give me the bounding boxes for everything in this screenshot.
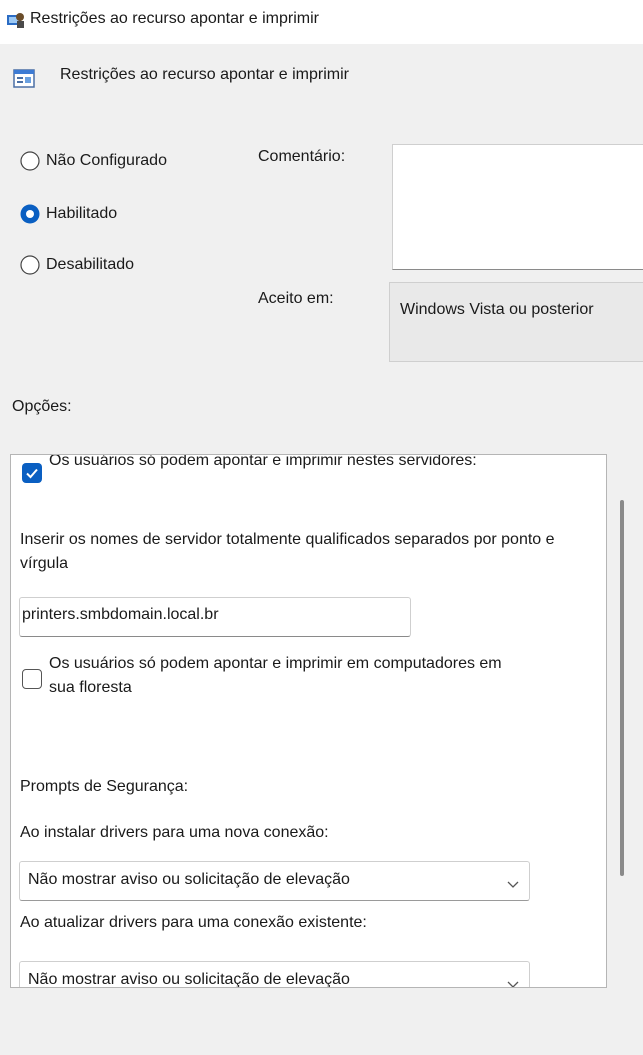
restrict-forest-label: Os usuários só podem apontar e imprimir … [49, 655, 502, 696]
supported-on-value: Windows Vista ou posterior [400, 301, 594, 318]
setting-title: Restrições ao recurso apontar e imprimir [60, 66, 349, 83]
options-scrollbar[interactable] [620, 500, 624, 876]
policy-setting-icon [12, 66, 36, 90]
radio-disabled-label: Desabilitado [46, 256, 135, 273]
policy-window-icon [6, 11, 26, 29]
policy-dialog: Restrições ao recurso apontar e imprimir… [0, 0, 643, 1055]
servers-input[interactable]: printers.smbdomain.local.br [19, 597, 411, 637]
options-label: Opções: [12, 398, 72, 415]
new-connection-select[interactable]: Não mostrar aviso ou solicitação de elev… [19, 861, 530, 901]
restrict-servers-label: Os usuários só podem apontar e imprimir … [49, 454, 477, 469]
new-connection-value: Não mostrar aviso ou solicitação de elev… [28, 871, 350, 888]
comment-label: Comentário: [258, 148, 346, 165]
radio-enabled[interactable] [20, 204, 40, 224]
servers-hint: Inserir os nomes de servidor totalmente … [20, 531, 555, 572]
window-title: Restrições ao recurso apontar e imprimir [30, 10, 319, 27]
radio-not-configured-label: Não Configurado [46, 152, 167, 169]
radio-enabled-label: Habilitado [46, 205, 118, 222]
radio-disabled[interactable] [20, 255, 40, 275]
restrict-servers-checkbox[interactable] [22, 463, 42, 483]
title-bar: Restrições ao recurso apontar e imprimir [0, 0, 643, 44]
new-connection-label: Ao instalar drivers para uma nova conexã… [20, 824, 329, 841]
options-panel[interactable]: Os usuários só podem apontar e imprimir … [10, 454, 607, 988]
comment-field[interactable] [392, 144, 643, 270]
restrict-forest-checkbox[interactable] [22, 669, 42, 689]
chevron-down-icon [507, 876, 519, 888]
existing-connection-value: Não mostrar aviso ou solicitação de elev… [28, 971, 350, 988]
existing-connection-label: Ao atualizar drivers para uma conexão ex… [20, 914, 367, 931]
existing-connection-select[interactable]: Não mostrar aviso ou solicitação de elev… [19, 961, 530, 988]
supported-label: Aceito em: [258, 290, 334, 307]
supported-on-field: Windows Vista ou posterior [389, 282, 643, 362]
servers-input-value: printers.smbdomain.local.br [22, 606, 219, 623]
radio-not-configured[interactable] [20, 151, 40, 171]
chevron-down-icon [507, 976, 519, 987]
security-prompts-label: Prompts de Segurança: [20, 778, 189, 795]
